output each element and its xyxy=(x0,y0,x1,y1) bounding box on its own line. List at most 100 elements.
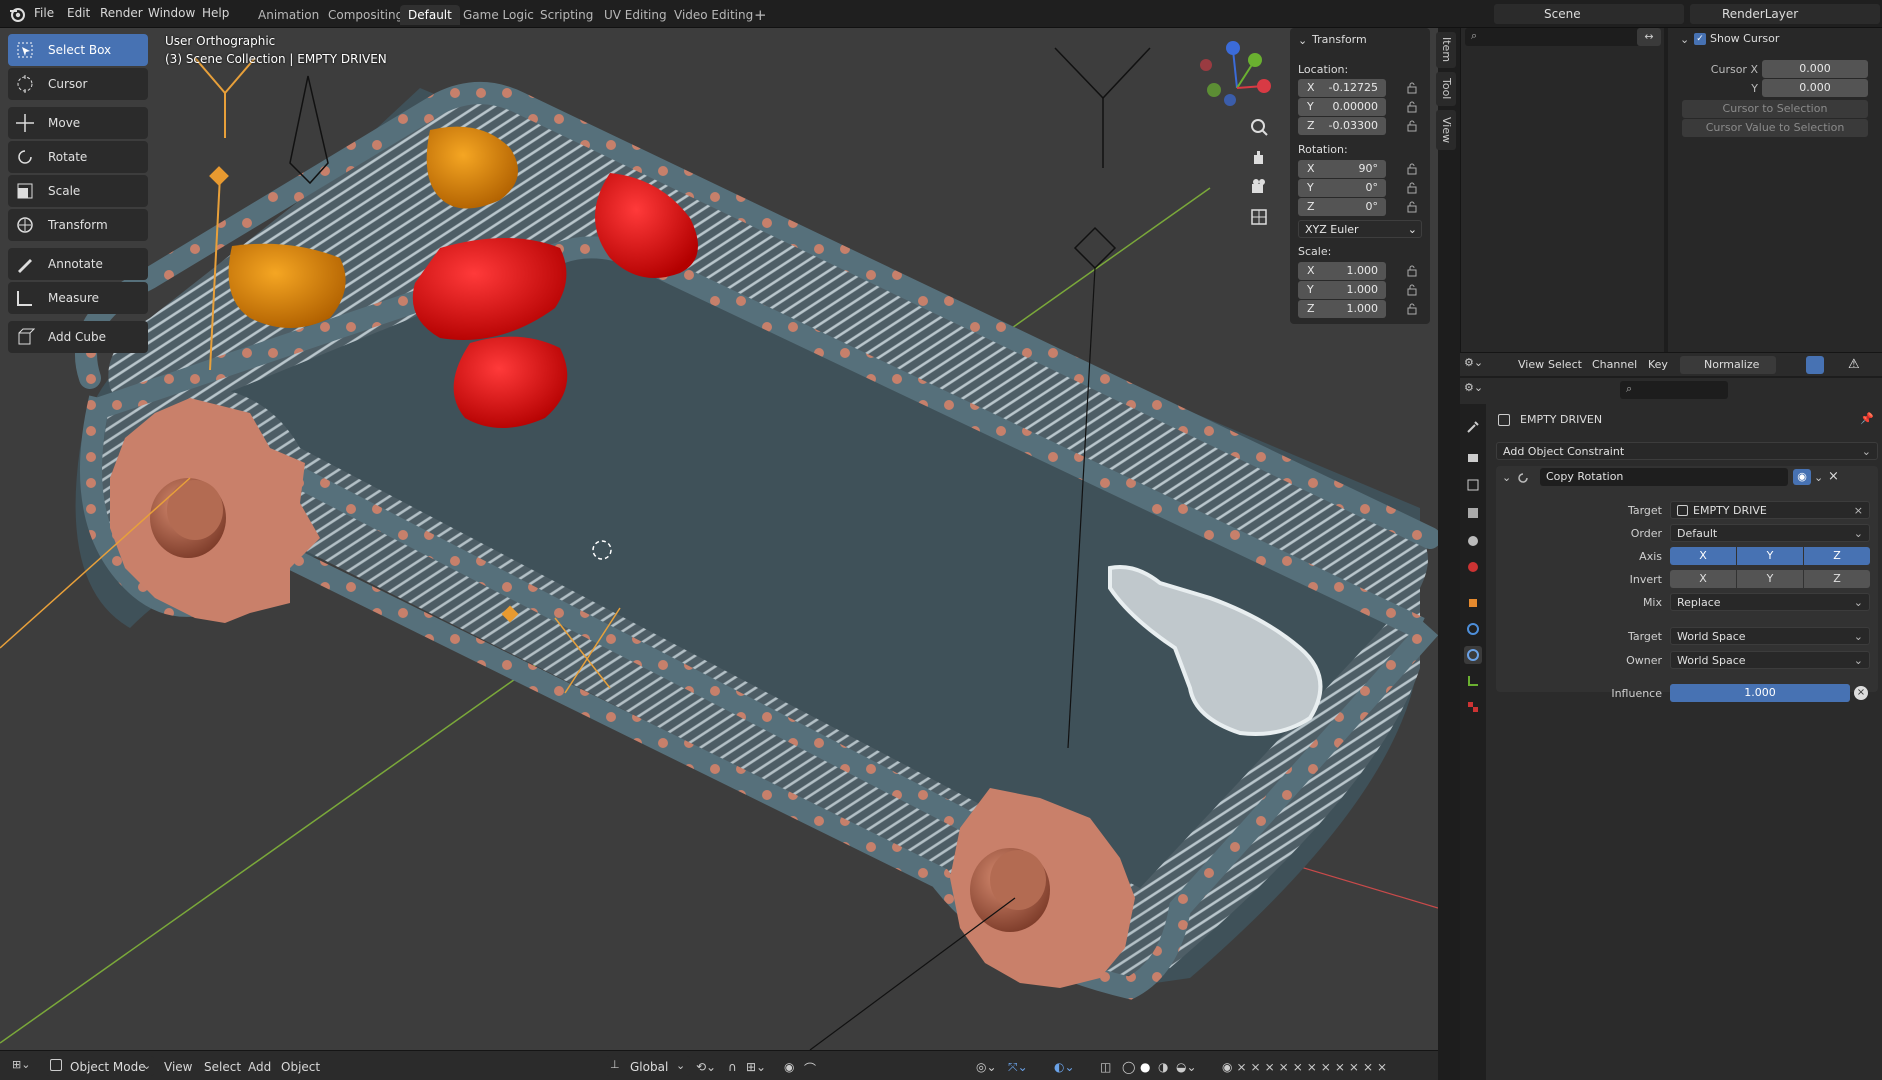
render-layer-selector[interactable]: RenderLayer xyxy=(1690,4,1880,24)
blender-logo-icon[interactable] xyxy=(8,5,26,23)
output-icon[interactable] xyxy=(1464,476,1482,494)
tab-default[interactable]: Default xyxy=(400,5,460,25)
axis-y-toggle[interactable]: Y xyxy=(1737,547,1803,565)
editor-type-icon[interactable]: ⊞⌄ xyxy=(12,1058,38,1074)
close-icon[interactable]: × xyxy=(1854,502,1863,520)
editor-type-icon[interactable]: ⚙⌄ xyxy=(1464,381,1494,399)
lock-icon[interactable] xyxy=(1406,163,1418,175)
constraint-icon[interactable] xyxy=(1464,646,1482,664)
tool-settings-icon[interactable] xyxy=(1464,418,1482,436)
invert-y-toggle[interactable]: Y xyxy=(1737,570,1803,588)
lock-icon[interactable] xyxy=(1406,120,1418,132)
camera-icon[interactable] xyxy=(1248,176,1270,198)
orientation-dropdown[interactable]: ⊥ Global ⌄ xyxy=(606,1056,690,1076)
rotation-z-field[interactable]: Z 0° xyxy=(1298,198,1386,216)
menu-object[interactable]: Object xyxy=(281,1060,320,1074)
mix-dropdown[interactable]: Replace ⌄ xyxy=(1670,593,1870,611)
scale-z-field[interactable]: Z 1.000 xyxy=(1298,300,1386,318)
cursor-y-field[interactable]: 0.000 xyxy=(1762,79,1868,97)
overlays-icon[interactable]: ◐⌄ xyxy=(1054,1060,1075,1074)
menu-edit[interactable]: Edit xyxy=(67,6,90,20)
view-layer-icon[interactable] xyxy=(1464,504,1482,522)
lock-icon[interactable] xyxy=(1406,101,1418,113)
editor-type-icon[interactable]: ⚙⌄ xyxy=(1464,356,1494,374)
zoom-icon[interactable] xyxy=(1248,116,1270,138)
menu-select[interactable]: Select xyxy=(204,1060,241,1074)
pin-icon[interactable]: 📌 xyxy=(1860,412,1874,426)
disable-keep-transform-icon[interactable]: × xyxy=(1854,686,1868,700)
menu-render[interactable]: Render xyxy=(100,6,143,20)
menu-add[interactable]: Add xyxy=(248,1060,271,1074)
tool-select-box[interactable]: Select Box xyxy=(8,34,148,66)
rotation-x-field[interactable]: X 90° xyxy=(1298,160,1386,178)
restrict-toggles-icon[interactable]: ◉⨯⨯⨯⨯⨯⨯⨯⨯⨯⨯⨯ xyxy=(1222,1060,1391,1074)
filter-swap-icon[interactable]: ↔ xyxy=(1637,28,1661,46)
tab-uv-editing[interactable]: UV Editing xyxy=(596,5,675,25)
world-icon[interactable] xyxy=(1464,558,1482,576)
menu-channel[interactable]: Channel xyxy=(1592,358,1637,371)
location-y-field[interactable]: Y 0.00000 xyxy=(1298,98,1386,116)
chevron-down-icon[interactable]: ⌄ xyxy=(1680,33,1689,46)
rotation-y-field[interactable]: Y 0° xyxy=(1298,179,1386,197)
tab-compositing[interactable]: Compositing xyxy=(320,5,411,25)
constraint-name-field[interactable]: Copy Rotation xyxy=(1540,468,1788,486)
solid-shading-icon[interactable]: ● xyxy=(1140,1060,1150,1074)
rendered-shading-icon[interactable]: ◒⌄ xyxy=(1176,1060,1197,1074)
lock-icon[interactable] xyxy=(1406,265,1418,277)
menu-view[interactable]: View xyxy=(164,1060,192,1074)
tool-scale[interactable]: Scale xyxy=(8,175,148,207)
falloff-curve-icon[interactable]: ⌒ xyxy=(804,1060,816,1077)
chevron-down-icon[interactable]: ⌄ xyxy=(1814,471,1823,484)
xray-toggle-icon[interactable]: ◫ xyxy=(1100,1060,1111,1074)
snap-magnet-icon[interactable]: ∩ xyxy=(728,1060,737,1074)
texture-icon[interactable] xyxy=(1464,698,1482,716)
grid-view-icon[interactable] xyxy=(1248,206,1270,228)
proportional-editing-icon[interactable]: ◉ xyxy=(784,1060,794,1074)
mode-dropdown[interactable]: Object Mode ⌄ xyxy=(46,1056,154,1076)
chevron-down-icon[interactable]: ⌄ xyxy=(1298,34,1307,47)
tool-rotate[interactable]: Rotate xyxy=(8,141,148,173)
menu-help[interactable]: Help xyxy=(202,6,229,20)
tab-view[interactable]: View xyxy=(1436,110,1456,150)
material-shading-icon[interactable]: ◑ xyxy=(1158,1060,1168,1074)
invert-x-toggle[interactable]: X xyxy=(1670,570,1736,588)
properties-search-input[interactable]: ⌕ xyxy=(1620,381,1728,399)
snap-target-icon[interactable]: ⊞⌄ xyxy=(746,1060,766,1074)
tab-game-logic[interactable]: Game Logic xyxy=(455,5,542,25)
menu-file[interactable]: File xyxy=(34,6,54,20)
lock-icon[interactable] xyxy=(1406,201,1418,213)
cursor-to-selection-button[interactable]: Cursor to Selection xyxy=(1682,100,1868,118)
add-workspace-icon[interactable]: + xyxy=(746,5,775,25)
cursor-value-to-selection-button[interactable]: Cursor Value to Selection xyxy=(1682,119,1868,137)
outliner[interactable]: ⌕ ↔ xyxy=(1460,28,1664,352)
menu-key[interactable]: Key xyxy=(1648,358,1668,371)
normalize-toggle[interactable]: Normalize xyxy=(1680,356,1776,374)
scene-icon[interactable] xyxy=(1464,532,1482,550)
target-space-dropdown[interactable]: World Space ⌄ xyxy=(1670,627,1870,645)
pivot-point-icon[interactable]: ⟲⌄ xyxy=(696,1060,716,1074)
lock-icon[interactable] xyxy=(1406,82,1418,94)
eye-visibility-icon[interactable]: ◉ xyxy=(1793,469,1811,485)
pan-hand-icon[interactable] xyxy=(1248,146,1270,168)
physics-icon[interactable] xyxy=(1464,620,1482,638)
close-icon[interactable]: × xyxy=(1828,469,1839,484)
target-object-field[interactable]: EMPTY DRIVE × xyxy=(1670,501,1870,519)
menu-window[interactable]: Window xyxy=(148,6,195,20)
tab-item[interactable]: Item xyxy=(1436,32,1456,68)
menu-select[interactable]: Select xyxy=(1548,358,1582,371)
data-icon[interactable] xyxy=(1464,672,1482,690)
scale-x-field[interactable]: X 1.000 xyxy=(1298,262,1386,280)
axis-z-toggle[interactable]: Z xyxy=(1804,547,1870,565)
invert-z-toggle[interactable]: Z xyxy=(1804,570,1870,588)
add-constraint-dropdown[interactable]: Add Object Constraint ⌄ xyxy=(1496,442,1878,460)
tool-move[interactable]: Move xyxy=(8,107,148,139)
tool-measure[interactable]: Measure xyxy=(8,282,148,314)
tool-annotate[interactable]: Annotate xyxy=(8,248,148,280)
cursor-x-field[interactable]: 0.000 xyxy=(1762,60,1868,78)
tool-add-cube[interactable]: Add Cube xyxy=(8,321,148,353)
location-x-field[interactable]: X -0.12725 xyxy=(1298,79,1386,97)
location-z-field[interactable]: Z -0.03300 xyxy=(1298,117,1386,135)
lock-icon[interactable] xyxy=(1406,303,1418,315)
tool-cursor[interactable]: Cursor xyxy=(8,68,148,100)
outliner-search-input[interactable]: ⌕ xyxy=(1465,28,1661,46)
